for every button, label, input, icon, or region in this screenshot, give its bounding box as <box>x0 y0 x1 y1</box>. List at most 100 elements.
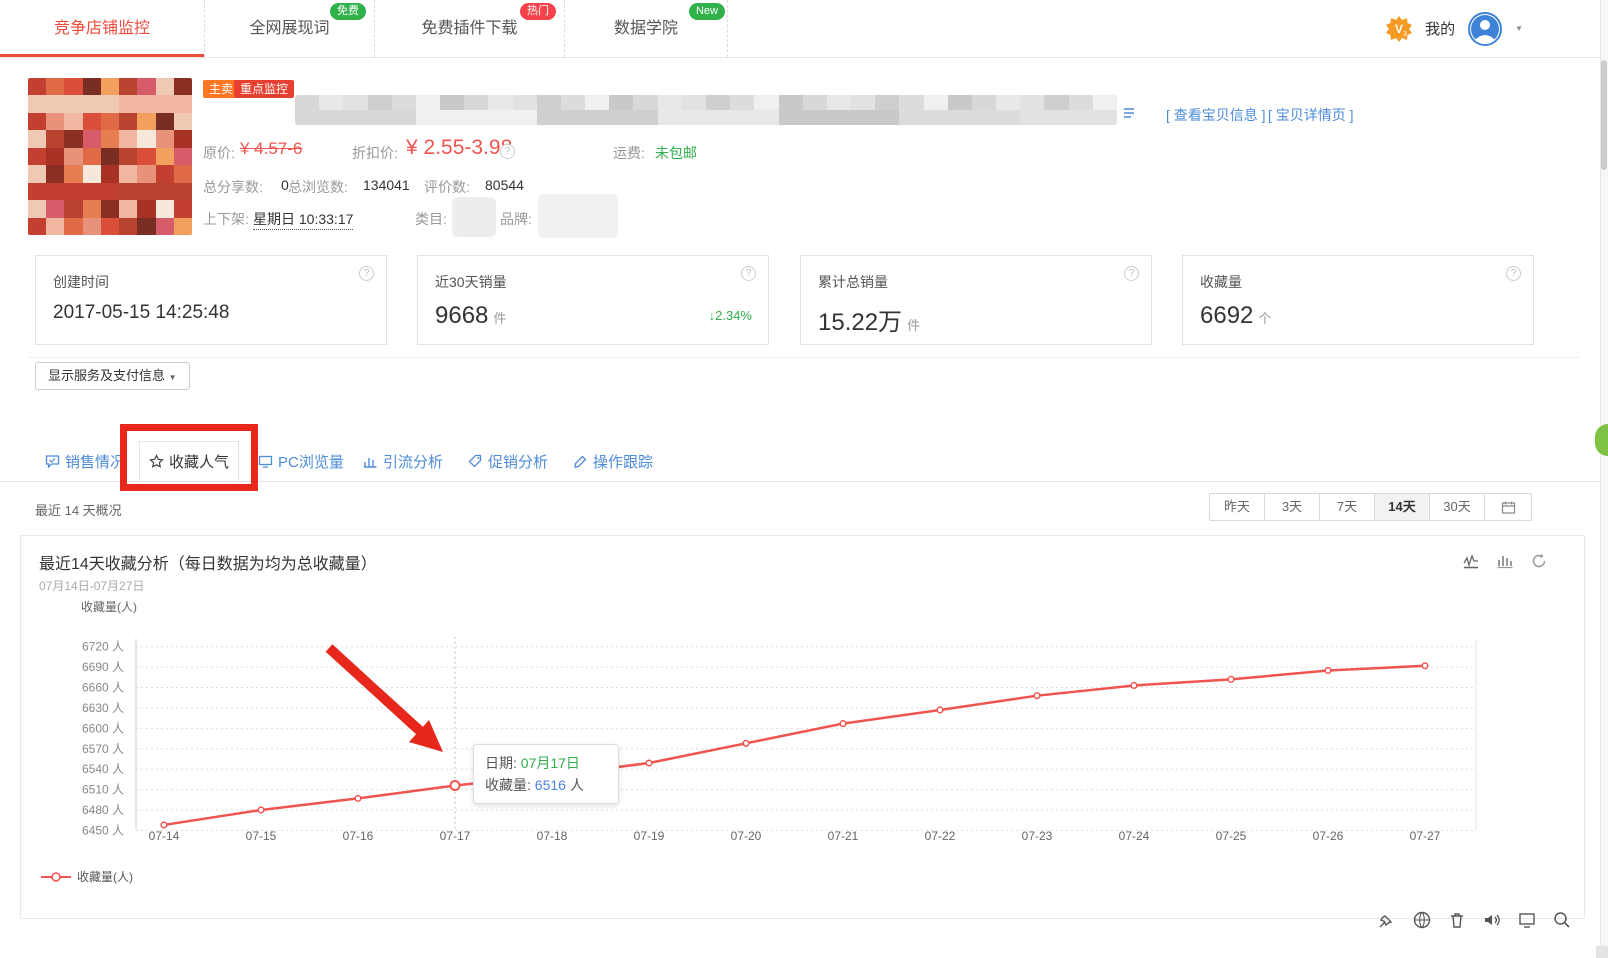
nav-tab-keywords[interactable]: 全网展现词 免费 <box>205 0 375 57</box>
svg-text:6690 人: 6690 人 <box>82 660 124 674</box>
card-title: 创建时间 <box>53 274 109 290</box>
tab-label: 操作跟踪 <box>593 453 654 471</box>
svg-text:07-25: 07-25 <box>1216 829 1247 843</box>
range-7d[interactable]: 7天 <box>1320 494 1375 520</box>
calendar-button[interactable] <box>1485 494 1531 520</box>
tab-pc-views[interactable]: PC浏览量 <box>258 449 344 473</box>
shelf-time-value: 星期日 10:33:17 <box>253 209 354 230</box>
account-dropdown-caret[interactable]: ▼ <box>1515 24 1523 33</box>
vip-level-icon[interactable]: V 3 <box>1386 15 1413 42</box>
browser-icon[interactable] <box>1412 910 1432 930</box>
floating-widget-sliver[interactable] <box>1595 424 1608 456</box>
card-unit: 件 <box>907 318 921 333</box>
my-account-label[interactable]: 我的 <box>1425 18 1455 39</box>
window-icon[interactable] <box>1517 910 1537 930</box>
tooltip-unit: 人 <box>569 777 584 793</box>
shelf-time-label: 上下架: <box>203 211 249 227</box>
tab-traffic-analysis[interactable]: 引流分析 <box>363 449 443 473</box>
help-icon[interactable]: ? <box>1124 266 1139 281</box>
nav-tab-label: 数据学院 <box>613 20 678 37</box>
price-help-icon[interactable]: ? <box>500 144 515 159</box>
toggle-label: 显示服务及支付信息 <box>48 368 166 383</box>
help-icon[interactable]: ? <box>741 266 756 281</box>
page: 竞争店铺监控 全网展现词 免费 免费插件下载 热门 数据学院 New V 3 我… <box>0 0 1608 958</box>
user-avatar-icon <box>1471 14 1500 44</box>
nav-tab-label: 全网展现词 <box>249 20 330 37</box>
nav-tab-academy[interactable]: 数据学院 New <box>565 0 728 57</box>
scrollbar-corner <box>1596 946 1608 958</box>
range-3d[interactable]: 3天 <box>1265 494 1320 520</box>
tab-promotion-analysis[interactable]: 促销分析 <box>468 449 548 473</box>
tooltip-value-label: 收藏量: <box>485 777 531 793</box>
svg-text:07-15: 07-15 <box>246 829 277 843</box>
svg-text:07-22: 07-22 <box>925 829 956 843</box>
chart-card: 最近14天收藏分析（每日数据为均为总收藏量） 07月14日-07月27日 收藏量… <box>20 535 1585 919</box>
range-14d[interactable]: 14天 <box>1375 494 1430 520</box>
range-30d[interactable]: 30天 <box>1430 494 1485 520</box>
key-monitor-tag: 重点监控 <box>234 80 295 98</box>
view-count-label: 总浏览数: <box>288 179 348 195</box>
tab-favorites-popularity[interactable]: 收藏人气 <box>139 441 239 481</box>
tab-sales[interactable]: 销售情况 <box>45 449 125 473</box>
tooltip-date-value: 07月17日 <box>520 755 580 771</box>
nav-tab-shop-monitor[interactable]: 竞争店铺监控 <box>0 0 205 57</box>
range-yesterday[interactable]: 昨天 <box>1210 494 1265 520</box>
view-count-value: 134041 <box>363 177 410 193</box>
svg-text:07-23: 07-23 <box>1022 829 1053 843</box>
vertical-scrollbar[interactable] <box>1600 0 1608 958</box>
card-value: 6692 <box>1200 302 1254 329</box>
svg-text:3: 3 <box>1403 31 1407 38</box>
rank-icon <box>1124 108 1134 118</box>
svg-text:6510 人: 6510 人 <box>82 783 124 797</box>
tooltip-value: 6516 <box>534 777 566 793</box>
tab-label: 收藏人气 <box>168 454 229 471</box>
svg-text:6540 人: 6540 人 <box>82 762 124 776</box>
trash-icon[interactable] <box>1447 910 1467 930</box>
svg-text:07-14: 07-14 <box>149 829 180 843</box>
tag-icon <box>468 454 482 467</box>
card-30d-sales: 近30天销量 ? 9668 件 ↓2.34% <box>417 255 769 345</box>
svg-text:07-16: 07-16 <box>343 829 374 843</box>
svg-text:07-24: 07-24 <box>1119 829 1150 843</box>
svg-text:07-17: 07-17 <box>440 829 471 843</box>
bottom-toolbar <box>1377 910 1572 930</box>
review-count-value: 80544 <box>485 177 524 193</box>
hot-badge: 热门 <box>520 3 556 20</box>
pin-icon[interactable] <box>1377 910 1397 930</box>
avatar[interactable] <box>1468 11 1503 46</box>
discount-price-value: ¥ 2.55-3.98 <box>406 136 513 159</box>
view-item-info-link[interactable]: [ 查看宝贝信息 ] <box>1166 105 1266 125</box>
svg-text:07-18: 07-18 <box>537 829 568 843</box>
svg-text:07-20: 07-20 <box>731 829 762 843</box>
show-service-payment-button[interactable]: 显示服务及支付信息 ▼ <box>35 362 190 390</box>
svg-text:07-19: 07-19 <box>634 829 665 843</box>
tab-label: PC浏览量 <box>278 453 344 471</box>
chevron-down-icon: ▼ <box>168 373 177 382</box>
help-icon[interactable]: ? <box>1506 266 1521 281</box>
nav-tab-label: 竞争店铺监控 <box>53 20 150 37</box>
svg-text:6600 人: 6600 人 <box>82 721 124 735</box>
card-title: 收藏量 <box>1200 274 1242 290</box>
svg-text:V: V <box>1395 22 1403 36</box>
svg-text:6720 人: 6720 人 <box>82 640 124 654</box>
shipping-value: 未包邮 <box>655 145 697 161</box>
card-unit: 个 <box>1258 311 1272 326</box>
card-favorites: 收藏量 ? 6692 个 <box>1182 255 1534 345</box>
nav-tab-plugin-download[interactable]: 免费插件下载 热门 <box>375 0 565 57</box>
tab-operation-tracking[interactable]: 操作跟踪 <box>573 449 653 473</box>
search-icon[interactable] <box>1552 910 1572 930</box>
svg-text:07-26: 07-26 <box>1313 829 1344 843</box>
legend-item-favorites[interactable]: 收藏量(人) <box>41 868 133 885</box>
card-title: 近30天销量 <box>435 274 507 290</box>
card-value: 9668 <box>435 302 489 329</box>
scrollbar-thumb[interactable] <box>1601 60 1607 170</box>
help-icon[interactable]: ? <box>359 266 374 281</box>
topbar-right: V 3 我的 ▼ <box>1386 0 1523 57</box>
item-detail-page-link[interactable]: [ 宝贝详情页 ] <box>1268 105 1354 125</box>
card-value: 15.22万 <box>818 309 903 336</box>
tab-label: 销售情况 <box>65 453 126 471</box>
svg-text:6450 人: 6450 人 <box>82 823 124 837</box>
brand-label: 品牌: <box>500 211 532 227</box>
svg-text:6480 人: 6480 人 <box>82 803 124 817</box>
speaker-icon[interactable] <box>1482 910 1502 930</box>
